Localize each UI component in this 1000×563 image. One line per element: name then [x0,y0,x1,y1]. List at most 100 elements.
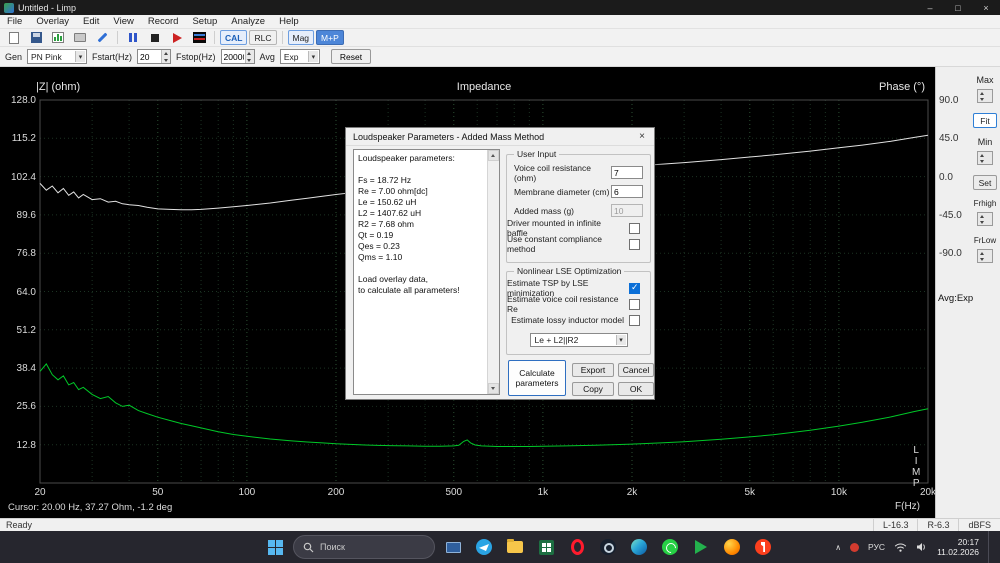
fit-button[interactable]: Fit [973,113,997,128]
fstop-spinner[interactable] [221,49,255,64]
inductor-model-select[interactable]: Le + L2||R2 ▾ [530,333,628,347]
status-text: Ready [0,520,32,530]
ok-button[interactable]: OK [618,382,654,396]
steam-icon [600,539,616,555]
rlc-toggle[interactable]: RLC [249,30,276,45]
menu-analyze[interactable]: Analyze [224,16,272,27]
taskbar-app-opera[interactable] [564,534,590,560]
calculate-parameters-button[interactable]: Calculate parameters [508,360,566,396]
frhigh-spinner[interactable] [977,212,993,226]
spin-down-icon[interactable] [978,96,992,102]
clock[interactable]: 20:17 11.02.2026 [937,537,979,557]
new-file-button[interactable] [4,30,24,46]
generator-type-select[interactable]: PN Pink ▾ [27,49,87,64]
taskbar-app-monitor[interactable] [440,534,466,560]
show-desktop-button[interactable] [988,531,992,563]
menu-help[interactable]: Help [272,16,306,27]
reset-button[interactable]: Reset [331,49,371,64]
magnitude-phase-toggle[interactable]: M+P [316,30,344,45]
chevron-down-icon[interactable]: ▾ [308,51,318,62]
maximize-button[interactable]: □ [944,0,972,15]
impedance-tick-label: 25.6 [0,401,36,412]
fstart-input[interactable] [138,52,160,62]
lossy-inductor-checkbox[interactable] [629,315,640,326]
tray-time: 20:17 [937,537,979,547]
tray-app-icon[interactable] [850,543,859,552]
taskbar-app-telegram[interactable] [471,534,497,560]
menu-file[interactable]: File [0,16,29,27]
volume-icon[interactable] [916,542,928,552]
wifi-icon[interactable] [894,542,907,552]
pause-generator-button[interactable] [123,30,143,46]
estimate-tsp-checkbox[interactable] [629,283,640,294]
analyzer-button[interactable] [189,30,209,46]
language-indicator[interactable]: РУС [868,542,885,552]
export-button[interactable]: Export [572,363,614,377]
taskbar-app-yandex[interactable] [750,534,776,560]
averaging-readout: Avg:Exp [938,293,973,304]
taskbar-app-excel[interactable] [533,534,559,560]
estimate-re-checkbox[interactable] [629,299,640,310]
taskbar-app-edge[interactable] [626,534,652,560]
dialog-title: Loudspeaker Parameters - Added Mass Meth… [353,132,544,142]
loudspeaker-params-dialog: Loudspeaker Parameters - Added Mass Meth… [345,127,655,400]
spin-down-icon[interactable] [978,256,992,262]
dialog-titlebar[interactable]: Loudspeaker Parameters - Added Mass Meth… [346,128,654,146]
params-scrollbar[interactable] [487,150,499,394]
spin-down-icon[interactable] [978,219,992,225]
fstop-input[interactable] [222,52,244,62]
taskbar-app-firefox[interactable] [719,534,745,560]
menu-setup[interactable]: Setup [185,16,224,27]
constant-compliance-checkbox[interactable] [629,239,640,250]
new-file-icon [9,32,19,44]
menu-view[interactable]: View [106,16,140,27]
taskbar-app-whatsapp[interactable] [657,534,683,560]
copy-button[interactable]: Copy [572,382,614,396]
edit-button[interactable] [92,30,112,46]
calibrate-toggle[interactable]: CAL [220,30,247,45]
spin-down-icon[interactable] [245,57,254,64]
close-button[interactable]: × [972,0,1000,15]
taskbar-app-steam[interactable] [595,534,621,560]
fstart-spinner[interactable] [137,49,171,64]
chevron-down-icon[interactable]: ▾ [616,335,626,345]
monitor-icon [446,542,461,553]
edge-icon [631,539,647,555]
start-measurement-button[interactable] [167,30,187,46]
dialog-close-button[interactable]: × [630,128,654,146]
spin-down-icon[interactable] [161,57,170,64]
min-spinner[interactable] [977,151,993,165]
save-button[interactable] [26,30,46,46]
tray-chevron-icon[interactable]: ∧ [835,543,841,552]
menu-edit[interactable]: Edit [76,16,106,27]
taskbar-app-explorer[interactable] [502,534,528,560]
set-button[interactable]: Set [973,175,997,190]
menu-overlay[interactable]: Overlay [29,16,76,27]
impedance-tick-label: 51.2 [0,325,36,336]
cancel-button[interactable]: Cancel [618,363,654,377]
minimize-button[interactable]: – [916,0,944,15]
taskbar-search[interactable]: Поиск [293,535,435,559]
averaging-select[interactable]: Exp ▾ [280,49,320,64]
scroll-down-icon[interactable] [488,383,499,394]
spin-down-icon[interactable] [978,158,992,164]
membrane-diameter-input[interactable] [611,185,643,198]
params-listbox[interactable]: Loudspeaker parameters:Fs = 18.72 HzRe =… [353,149,500,395]
frequency-tick-label: 10k [831,487,847,498]
voice-coil-resistance-input[interactable] [611,166,643,179]
magnitude-toggle[interactable]: Mag [288,30,315,45]
gen-label: Gen [5,52,22,62]
frequency-tick-label: 2k [627,487,638,498]
chevron-down-icon[interactable]: ▾ [75,51,85,62]
toolbar-separator [282,31,283,44]
max-spinner[interactable] [977,89,993,103]
print-button[interactable] [70,30,90,46]
taskbar-app-play[interactable] [688,534,714,560]
scroll-up-icon[interactable] [488,150,499,161]
start-button[interactable] [262,534,288,560]
menu-record[interactable]: Record [141,16,186,27]
frlow-spinner[interactable] [977,249,993,263]
stop-generator-button[interactable] [145,30,165,46]
open-graph-button[interactable] [48,30,68,46]
infinite-baffle-checkbox[interactable] [629,223,640,234]
